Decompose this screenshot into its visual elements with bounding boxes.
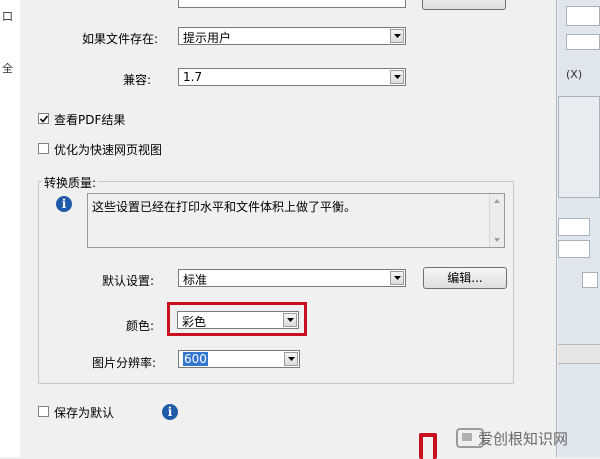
annotation-arrow-fragment xyxy=(419,433,437,459)
right-scrollbar[interactable] xyxy=(558,344,600,364)
compat-select[interactable]: 1.7 xyxy=(178,68,406,86)
description-scrollbar[interactable] xyxy=(489,194,504,247)
quality-description: 这些设置已经在打印水平和文件体积上做了平衡。 xyxy=(92,200,357,214)
right-field-2 xyxy=(566,34,600,50)
compat-label: 兼容: xyxy=(123,73,152,87)
chevron-down-icon xyxy=(284,352,298,366)
quality-group-title: 转换质量: xyxy=(42,174,99,191)
pdf-settings-dialog: 如果文件存在: 提示用户 兼容: 1.7 查看PDF结果 优化为快速网页视图 转… xyxy=(20,0,557,457)
chevron-down-icon xyxy=(390,271,404,285)
info-icon: i xyxy=(56,196,72,212)
right-fragment: (X) xyxy=(566,68,583,81)
view-pdf-label: 查看PDF结果 xyxy=(54,113,126,127)
watermark-text: 爱创根知识网 xyxy=(478,430,569,448)
quality-description-box: 这些设置已经在打印水平和文件体积上做了平衡。 xyxy=(87,193,505,248)
color-label: 颜色: xyxy=(126,319,155,333)
save-default-label: 保存为默认 xyxy=(54,406,115,420)
color-select[interactable]: 彩色 xyxy=(177,311,299,329)
top-cut-combo[interactable] xyxy=(178,0,406,8)
optimize-web-label: 优化为快速网页视图 xyxy=(54,143,163,157)
left-glyph-1: 口 xyxy=(2,10,13,23)
resolution-select[interactable]: 600 xyxy=(178,350,300,368)
edit-button[interactable]: 编辑... xyxy=(423,267,507,289)
color-value: 彩色 xyxy=(182,315,207,329)
optimize-web-checkbox[interactable] xyxy=(38,143,49,154)
right-combo-1[interactable] xyxy=(558,218,590,236)
chevron-down-icon xyxy=(390,70,404,84)
right-combo-2[interactable] xyxy=(558,240,590,258)
if-file-exists-select[interactable]: 提示用户 xyxy=(178,27,406,45)
right-checkbox[interactable] xyxy=(582,272,598,288)
chevron-down-icon xyxy=(390,29,404,43)
left-glyph-2: 全 xyxy=(2,62,13,75)
background-window-left: 口 全 xyxy=(0,0,21,457)
resolution-value: 600 xyxy=(183,352,208,366)
right-field-1 xyxy=(566,6,600,26)
resolution-label: 图片分辨率: xyxy=(92,356,157,370)
info-icon[interactable]: i xyxy=(162,404,178,420)
right-panel xyxy=(558,96,600,198)
checkmark-icon xyxy=(39,115,49,123)
background-window-right: (X) xyxy=(558,0,600,457)
if-file-exists-value: 提示用户 xyxy=(183,31,232,45)
if-file-exists-label: 如果文件存在: xyxy=(82,32,159,46)
top-cut-button[interactable] xyxy=(422,0,506,10)
default-setting-label: 默认设置: xyxy=(102,274,155,288)
view-pdf-checkbox[interactable] xyxy=(38,113,49,124)
default-setting-select[interactable]: 标准 xyxy=(178,269,406,287)
save-default-checkbox[interactable] xyxy=(38,406,49,417)
default-setting-value: 标准 xyxy=(183,273,208,287)
compat-value: 1.7 xyxy=(183,70,203,84)
chevron-down-icon xyxy=(283,313,297,327)
